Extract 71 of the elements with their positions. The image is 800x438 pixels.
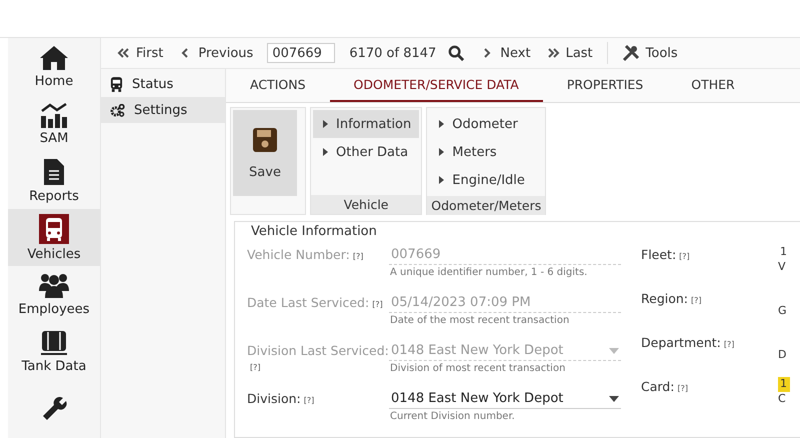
tab[interactable]: OTHER [667,69,759,102]
people-icon [39,272,69,298]
wrench-icon [42,396,66,420]
ribbon-item[interactable]: Information [313,110,420,138]
field-label: Vehicle Number: [247,247,350,262]
nav-item[interactable]: Employees [8,266,100,323]
caret-icon [609,348,619,354]
field-label: Card: [641,379,674,394]
help-link[interactable]: [?] [724,340,734,349]
bus-icon [110,76,123,92]
record-position: 6170 of 8147 [348,46,438,60]
previous-button[interactable]: Previous [171,40,262,66]
field-label: Region: [641,291,688,306]
field-value: 1 [779,245,788,260]
field-label: Division: [247,391,301,406]
tools-icon [622,44,640,62]
ribbon-item[interactable]: Other Data [313,138,420,166]
field-label: Date Last Serviced: [247,295,370,310]
tab[interactable]: ODOMETER/SERVICE DATA [330,69,543,102]
group-title: Odometer/Meters [427,196,546,215]
help-link[interactable]: [?] [677,384,688,393]
record-field[interactable]: 007669 [267,43,336,63]
field-label: Department: [641,335,721,350]
double-chevron-right-icon [546,48,560,58]
field-hint: Division of most recent transaction [389,363,566,374]
tools-button[interactable]: Tools [614,40,686,66]
help-link[interactable]: [?] [304,396,314,405]
next-button[interactable]: Next [473,40,539,66]
ribbon-item[interactable]: Meters [429,138,544,166]
group-title: Vehicle [311,195,422,214]
help-link[interactable]: [?] [679,252,690,261]
home-icon [39,44,69,70]
tank-icon [40,330,68,356]
nav-item[interactable]: Home [8,38,100,95]
bar-chart-icon [39,102,69,128]
triangle-right-icon [439,148,444,156]
field-hint: Date of the most recent transaction [389,315,570,326]
menu-item[interactable]: Settings [101,97,225,123]
field-label: Fleet: [641,247,676,262]
field-hint: Current Division number. [389,411,516,422]
document-icon [43,158,65,186]
field-hint: C [778,392,787,405]
nav-item[interactable]: Reports [8,152,100,209]
double-chevron-left-icon [117,48,130,58]
triangle-right-icon [439,120,444,128]
field-hint: D [778,348,788,361]
tab[interactable]: ACTIONS [226,69,330,102]
field-hint: G [778,304,788,317]
tab[interactable]: PROPERTIES [542,69,668,102]
first-button[interactable]: First [109,40,172,66]
triangle-right-icon [323,148,328,156]
nav-item[interactable]: Vehicles [8,209,100,266]
triangle-right-icon [439,176,444,184]
last-button[interactable]: Last [538,40,601,66]
caret-icon [609,396,619,402]
bus-icon [39,214,69,244]
triangle-right-icon [323,120,328,128]
save-button[interactable]: Save [233,110,297,196]
field-hint: A unique identifier number, 1 - 6 digits. [389,267,588,278]
nav-item[interactable]: SAM [8,95,100,152]
nav-item[interactable]: Tank Data [8,323,100,380]
field-value: 1 [778,377,790,392]
ribbon-item[interactable]: Odometer [429,110,544,138]
field-hint: V [778,260,787,273]
menu-item[interactable]: Status [101,71,225,97]
ribbon-item[interactable]: Engine/Idle [429,166,544,194]
field-label: Division Last Serviced: [247,343,389,358]
dropdown-field[interactable]: 0148 East New York Depot [389,389,621,409]
help-link[interactable]: [?] [691,296,702,305]
gears-icon [110,104,125,116]
search-icon [448,44,466,62]
